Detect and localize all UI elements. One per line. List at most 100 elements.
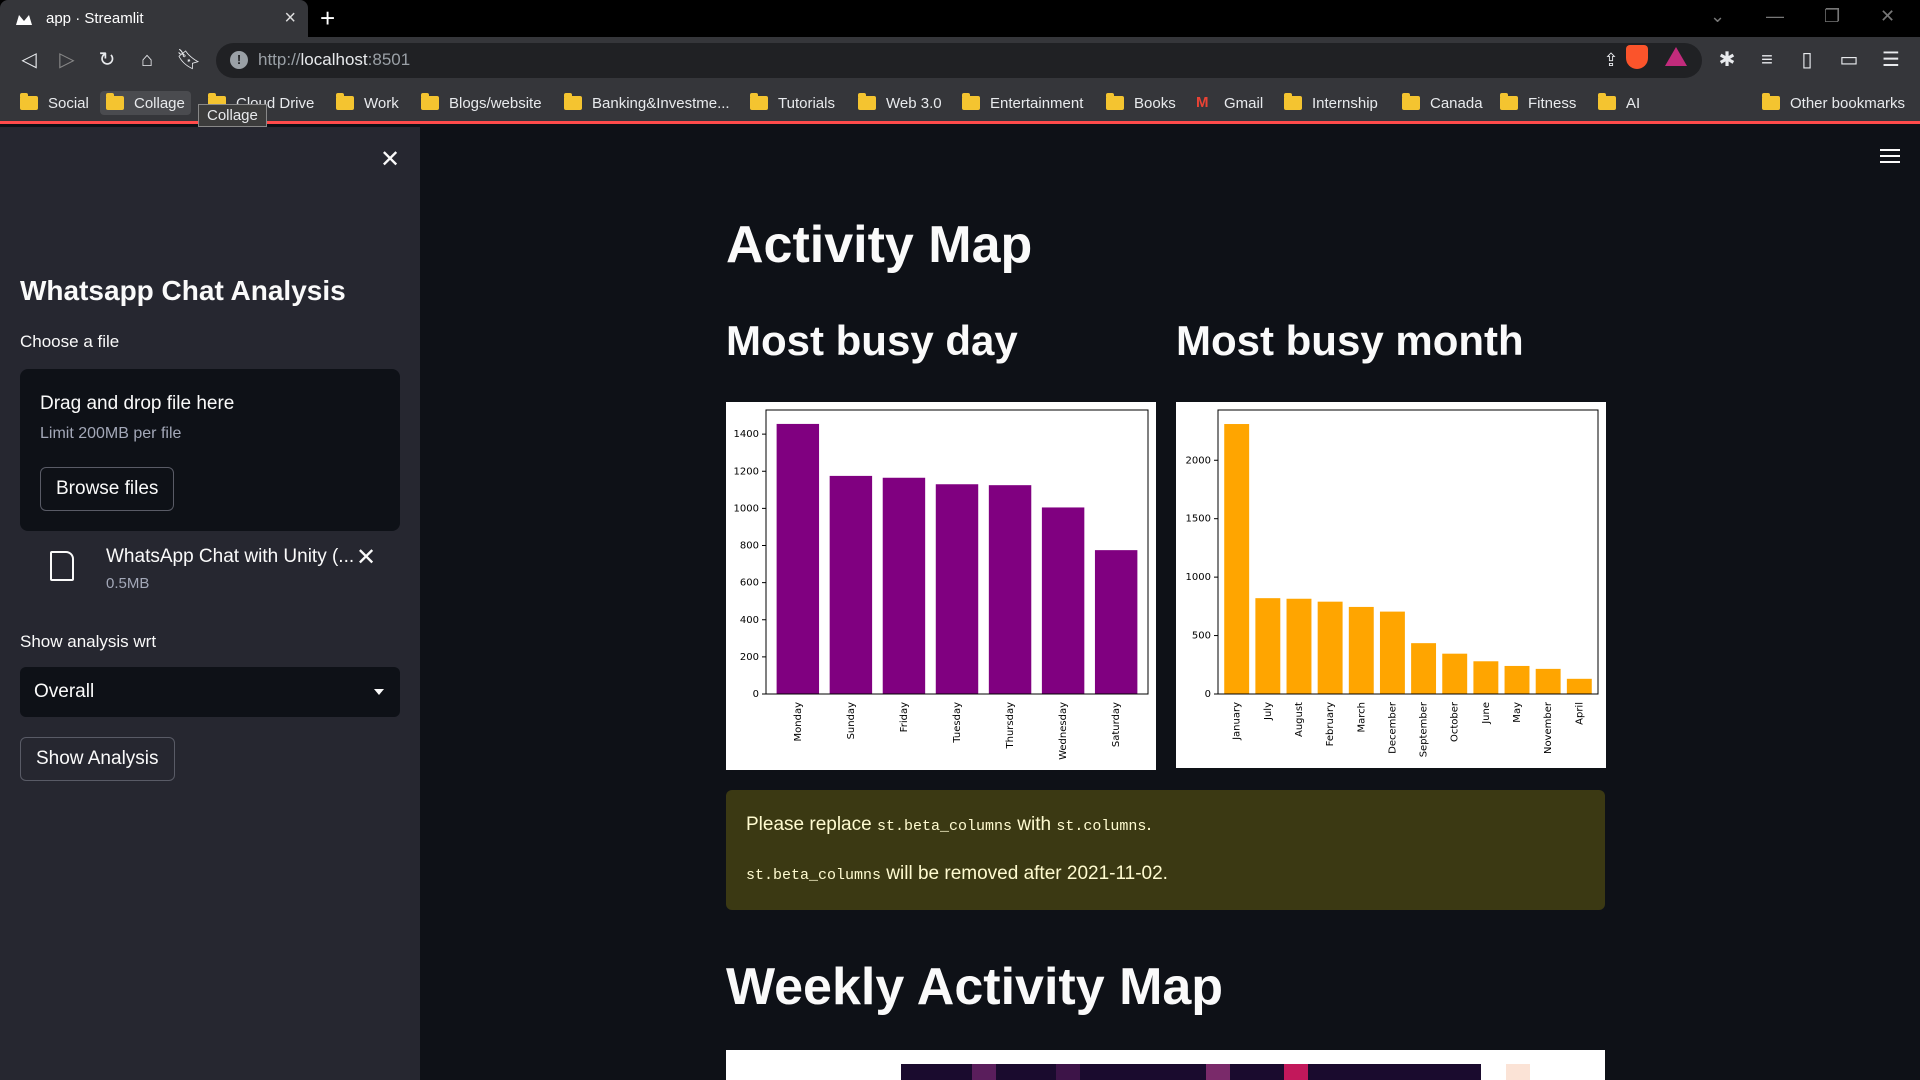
x-tick-label: Wednesday [1058, 702, 1069, 760]
weekly-heatmap-svg [901, 1064, 1530, 1080]
show-analysis-button[interactable]: Show Analysis [20, 737, 175, 781]
x-tick-label: Tuesday [952, 702, 963, 744]
folder-icon [858, 93, 876, 110]
deprecation-warning: Please replace st.beta_columns with st.c… [726, 790, 1605, 910]
window-close-icon[interactable]: ✕ [1880, 6, 1895, 27]
busy-day-title: Most busy day [726, 317, 1018, 364]
uploaded-file-size: 0.5MB [106, 575, 150, 592]
bookmark-blogs-website[interactable]: Blogs/website [421, 91, 542, 115]
folder-icon [106, 93, 124, 110]
bookmark-banking[interactable]: Banking&Investme... [564, 91, 730, 115]
y-tick-label: 800 [740, 541, 759, 552]
weekly-activity-title: Weekly Activity Map [726, 958, 1224, 1016]
brave-rewards-icon[interactable] [1665, 47, 1687, 66]
file-dropzone[interactable]: Drag and drop file here Limit 200MB per … [20, 369, 400, 531]
x-tick-label: Saturday [1111, 702, 1122, 747]
activity-map-title: Activity Map [726, 216, 1033, 274]
chevron-down-icon [374, 689, 384, 695]
bookmark-social[interactable]: Social [20, 91, 89, 115]
folder-icon [1284, 93, 1302, 110]
tab-search-icon[interactable]: ⌄ [1710, 6, 1725, 27]
close-sidebar-icon[interactable]: ✕ [380, 145, 400, 174]
folder-icon [1500, 93, 1518, 110]
wallet-icon[interactable]: ▭ [1838, 49, 1860, 71]
x-tick-label: Thursday [1005, 702, 1016, 750]
extensions-icon[interactable]: ✱ [1716, 49, 1738, 71]
x-tick-label: May [1512, 702, 1523, 723]
bookmark-books[interactable]: Books [1106, 91, 1176, 115]
bookmark-fitness[interactable]: Fitness [1500, 91, 1576, 115]
browser-menu-icon[interactable]: ☰ [1880, 49, 1902, 71]
bookmark-entertainment[interactable]: Entertainment [962, 91, 1083, 115]
x-tick-label: June [1481, 702, 1492, 725]
url-text: http://localhost:8501 [258, 50, 411, 69]
busy-day-chart: Monday Sunday Friday Tuesday Thursday Wednesd… [726, 402, 1156, 770]
browser-toolbar: ◁ ▷ ↻ ⌂ 🔖︎ ! http://localhost:8501 ⇪ ✱ ≡… [0, 37, 1920, 83]
new-tab-icon[interactable]: + [320, 4, 335, 32]
folder-icon [1106, 93, 1124, 110]
share-icon[interactable]: ⇪ [1600, 49, 1622, 71]
browser-tab[interactable]: app · Streamlit × [0, 0, 308, 37]
address-bar[interactable]: ! http://localhost:8501 ⇪ [216, 43, 1702, 78]
forward-icon[interactable]: ▷ [56, 49, 78, 71]
bookmark-other[interactable]: Other bookmarks [1762, 91, 1905, 115]
x-tick-label: August [1294, 702, 1305, 737]
folder-icon [1402, 93, 1420, 110]
busy-month-chart-svg: January July August February March December Se… [1186, 409, 1599, 757]
busy-month-chart: January July August February March December Se… [1176, 402, 1606, 768]
folder-icon [564, 93, 582, 110]
x-tick-label: December [1387, 701, 1398, 754]
x-tick-label: April [1574, 702, 1585, 725]
bar-saturday [1094, 550, 1138, 694]
warning-line-2: st.beta_columns will be removed after 20… [746, 863, 1168, 884]
folder-icon [962, 93, 980, 110]
x-tick-label: Sunday [846, 702, 857, 739]
browse-files-button[interactable]: Browse files [40, 467, 175, 511]
media-icon[interactable]: ≡ [1756, 49, 1778, 71]
y-tick-label: 500 [1192, 631, 1211, 642]
close-tab-icon[interactable]: × [284, 8, 296, 28]
brave-shield-icon[interactable] [1626, 45, 1648, 69]
bookmark-internship[interactable]: Internship [1284, 91, 1378, 115]
back-icon[interactable]: ◁ [18, 49, 40, 71]
analysis-select-label: Show analysis wrt [20, 632, 157, 651]
bar-wednesday [1041, 507, 1085, 694]
streamlit-sidebar: ✕ Whatsapp Chat Analysis Choose a file D… [0, 127, 420, 1080]
bookmark-tutorials[interactable]: Tutorials [750, 91, 835, 115]
bar-november [1535, 668, 1561, 694]
app-menu-icon[interactable] [1880, 149, 1900, 163]
busy-month-title: Most busy month [1176, 317, 1524, 364]
bookmark-web3[interactable]: Web 3.0 [858, 91, 942, 115]
sidebar-toggle-icon[interactable]: ▯ [1796, 49, 1818, 71]
bookmark-work[interactable]: Work [336, 91, 399, 115]
bookmark-gmail[interactable]: M Gmail [1196, 91, 1263, 115]
bookmark-ai[interactable]: AI [1598, 91, 1640, 115]
gmail-icon: M [1196, 94, 1209, 111]
remove-file-icon[interactable]: ✕ [356, 543, 376, 572]
folder-icon [336, 93, 354, 110]
bar-july [1255, 598, 1281, 694]
analysis-select[interactable]: Overall [20, 667, 400, 717]
bookmark-collage[interactable]: Collage [100, 91, 191, 115]
dropzone-limit: Limit 200MB per file [40, 425, 182, 442]
y-tick-label: 1500 [1186, 514, 1211, 525]
bookmark-canada[interactable]: Canada [1402, 91, 1483, 115]
bar-september [1411, 643, 1437, 694]
bookmark-icon[interactable]: 🔖︎ [176, 49, 201, 71]
restore-icon[interactable]: ❐ [1824, 6, 1840, 27]
minimize-icon[interactable]: — [1766, 6, 1784, 27]
file-uploader-label: Choose a file [20, 332, 120, 351]
site-info-icon[interactable]: ! [230, 51, 248, 69]
home-icon[interactable]: ⌂ [136, 49, 158, 71]
bar-thursday [988, 485, 1032, 694]
x-tick-label: February [1325, 702, 1336, 746]
bar-january [1224, 424, 1250, 694]
bar-friday [882, 477, 926, 694]
warning-line-1: Please replace st.beta_columns with st.c… [746, 814, 1152, 835]
y-tick-label: 0 [1205, 689, 1211, 700]
file-icon [50, 551, 74, 581]
bookmarks-bar: Social Collage Cloud Drive Work Blogs/we… [0, 83, 1920, 124]
reload-icon[interactable]: ↻ [96, 49, 118, 71]
folder-icon [20, 93, 38, 110]
bar-august [1286, 598, 1312, 694]
